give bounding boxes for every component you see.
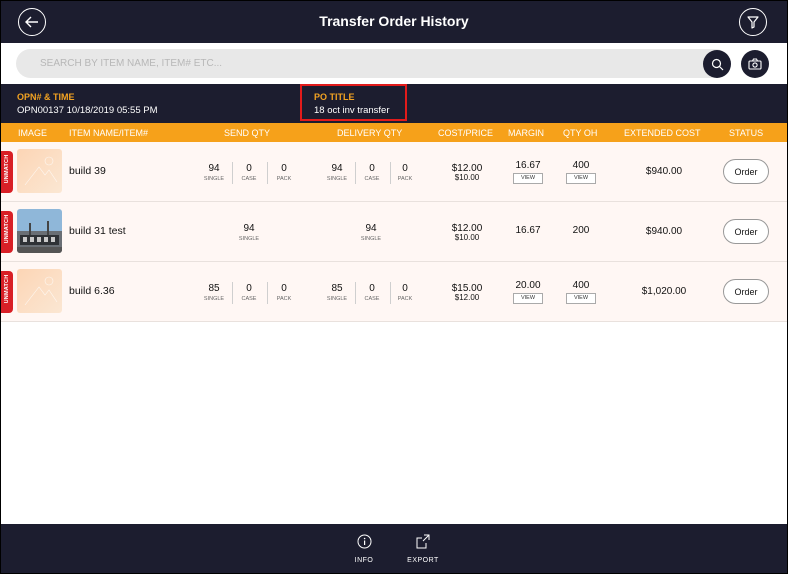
app-window: Transfer Order History OPN# & TIME OPN00…: [0, 0, 788, 574]
send-pack: 0 PACK: [276, 163, 292, 182]
item-thumbnail: [17, 209, 62, 253]
divider: [267, 162, 268, 184]
delivery-single: 94 SINGLE: [326, 163, 348, 182]
col-send-qty: SEND QTY: [224, 128, 271, 138]
send-pack: 0 PACK: [276, 283, 292, 302]
delivery-pack: 0 PACK: [397, 163, 413, 182]
col-margin: MARGIN: [508, 128, 544, 138]
cost-price: $12.00 $10.00: [451, 223, 483, 242]
camera-button[interactable]: [741, 50, 769, 78]
extended-cost: $1,020.00: [641, 286, 687, 297]
unmatch-badge: UNMATCH: [1, 211, 13, 253]
send-single: 94 SINGLE: [203, 163, 225, 182]
item-thumbnail: [17, 269, 62, 313]
info-tab[interactable]: INFO: [349, 534, 379, 564]
table-row[interactable]: UNMATCH build 31 test 94 SINGLE 94 SINGL…: [1, 202, 787, 262]
delivery-case: 0 CASE: [364, 163, 380, 182]
divider: [355, 282, 356, 304]
order-item-list: UNMATCH build 39 94 SINGLE 0 CASE 0 PACK 94…: [1, 142, 787, 524]
extended-cost: $940.00: [645, 226, 683, 237]
po-title-label: PO TITLE: [314, 92, 355, 102]
cost-price: $12.00 $10.00: [451, 163, 483, 182]
extended-cost: $940.00: [645, 166, 683, 177]
margin: 16.67 VIEW: [508, 160, 548, 184]
cost-price: $15.00 $12.00: [451, 283, 483, 302]
col-extended-cost: EXTENDED COST: [624, 128, 701, 138]
margin-view-button[interactable]: VIEW: [513, 293, 543, 304]
filter-button[interactable]: [739, 8, 767, 36]
divider: [232, 162, 233, 184]
search-icon: [711, 58, 723, 70]
qty-oh-view-button[interactable]: VIEW: [566, 293, 596, 304]
top-bar: Transfer Order History: [1, 1, 787, 43]
camera-icon: [748, 58, 762, 70]
col-image: IMAGE: [18, 128, 48, 138]
divider: [267, 282, 268, 304]
margin: 16.67: [515, 225, 541, 236]
send-single: 94 SINGLE: [238, 223, 260, 242]
bottom-toolbar: INFO EXPORT: [1, 524, 787, 573]
item-thumbnail: [17, 149, 62, 193]
filter-icon: [747, 15, 759, 29]
unmatch-badge: UNMATCH: [1, 151, 13, 193]
delivery-pack: 0 PACK: [397, 283, 413, 302]
item-name: build 39: [69, 165, 106, 177]
order-button[interactable]: Order: [723, 279, 769, 304]
order-info-bar: OPN# & TIME OPN00137 10/18/2019 05:55 PM…: [1, 84, 787, 123]
send-case: 0 CASE: [241, 283, 257, 302]
export-icon: [416, 534, 430, 549]
margin: 20.00 VIEW: [508, 280, 548, 304]
delivery-case: 0 CASE: [364, 283, 380, 302]
col-item-name: ITEM NAME/ITEM#: [69, 128, 149, 138]
qty-oh-view-button[interactable]: VIEW: [566, 173, 596, 184]
send-case: 0 CASE: [241, 163, 257, 182]
search-area: [1, 43, 787, 84]
item-name: build 31 test: [69, 225, 126, 237]
qty-oh: 200: [572, 225, 590, 236]
delivery-single: 85 SINGLE: [326, 283, 348, 302]
margin-view-button[interactable]: VIEW: [513, 173, 543, 184]
qty-oh: 400 VIEW: [561, 280, 601, 304]
search-input[interactable]: [16, 49, 730, 78]
placeholder-image-icon: [24, 156, 58, 186]
info-label: INFO: [354, 557, 374, 564]
info-icon: [357, 534, 371, 549]
divider: [232, 282, 233, 304]
export-tab[interactable]: EXPORT: [403, 534, 443, 564]
table-row[interactable]: UNMATCH build 6.36 85 SINGLE 0 CASE 0 PACK …: [1, 262, 787, 322]
search-button[interactable]: [703, 50, 731, 78]
opn-value: OPN00137 10/18/2019 05:55 PM: [17, 105, 158, 116]
col-status: STATUS: [729, 128, 764, 138]
col-cost-price: COST/PRICE: [438, 128, 494, 138]
table-row[interactable]: UNMATCH build 39 94 SINGLE 0 CASE 0 PACK 94…: [1, 142, 787, 202]
page-title: Transfer Order History: [319, 13, 469, 29]
send-single: 85 SINGLE: [203, 283, 225, 302]
divider: [355, 162, 356, 184]
po-title-value: 18 oct inv transfer: [314, 105, 390, 116]
order-button[interactable]: Order: [723, 219, 769, 244]
col-qty-oh: QTY OH: [563, 128, 598, 138]
column-header: IMAGE ITEM NAME/ITEM# SEND QTY DELIVERY …: [1, 123, 787, 142]
opn-label: OPN# & TIME: [17, 92, 75, 102]
item-name: build 6.36: [69, 285, 115, 297]
building-photo-icon: [17, 209, 62, 253]
col-delivery-qty: DELIVERY QTY: [337, 128, 403, 138]
order-button[interactable]: Order: [723, 159, 769, 184]
placeholder-image-icon: [24, 276, 58, 306]
delivery-single: 94 SINGLE: [360, 223, 382, 242]
qty-oh: 400 VIEW: [561, 160, 601, 184]
unmatch-badge: UNMATCH: [1, 271, 13, 313]
export-label: EXPORT: [407, 557, 439, 564]
